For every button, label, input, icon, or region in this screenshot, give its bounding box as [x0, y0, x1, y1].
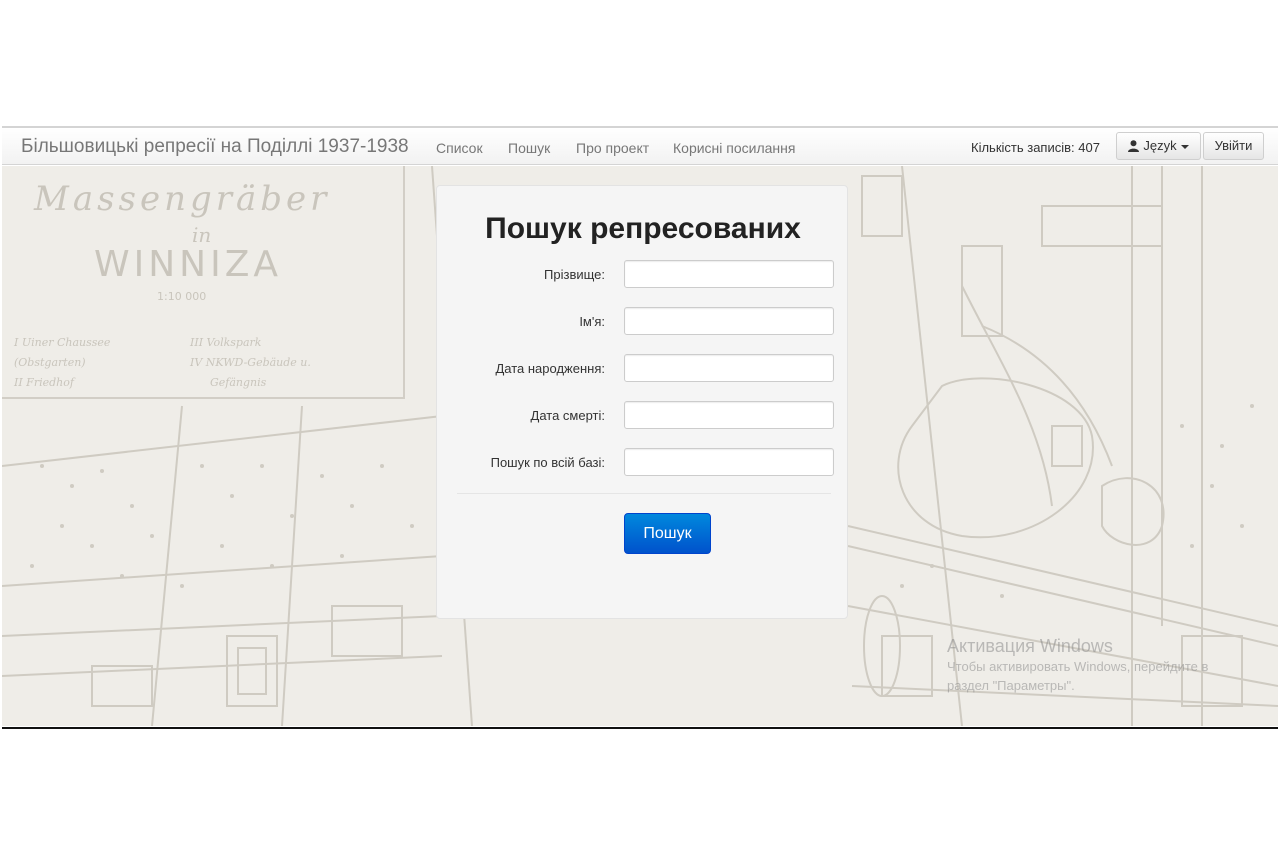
site-brand[interactable]: Більшовицькі репресії на Поділлі 1937-19…: [21, 136, 409, 158]
language-label: Język: [1143, 138, 1177, 153]
top-navbar: Більшовицькі репресії на Поділлі 1937-19…: [2, 126, 1278, 165]
full-search-label: Пошук по всій базі:: [490, 455, 605, 470]
map-title-line1: Massengräber: [33, 179, 330, 219]
search-panel: Пошук репресованих Прізвище: Ім'я: Дата …: [436, 185, 848, 619]
watermark-text: Чтобы активировать Windows, перейдите в …: [947, 659, 1209, 693]
map-legend-4: III Volkspark: [189, 336, 262, 349]
birth-date-input[interactable]: [624, 354, 834, 382]
surname-input[interactable]: [624, 260, 834, 288]
login-button[interactable]: Увійти: [1203, 132, 1264, 160]
search-submit-button[interactable]: Пошук: [624, 513, 711, 554]
first-name-label: Ім'я:: [579, 314, 605, 329]
nav-link-list[interactable]: Список: [436, 140, 483, 156]
app-window: Massengräber in WINNIZA 1:10 000 I Uiner…: [2, 126, 1278, 729]
language-dropdown[interactable]: Język: [1116, 132, 1201, 160]
birth-date-label: Дата народження:: [495, 361, 605, 376]
death-date-input[interactable]: [624, 401, 834, 429]
map-legend-6: Gefängnis: [210, 376, 267, 389]
surname-label: Прізвище:: [544, 267, 605, 282]
form-divider: [457, 493, 831, 494]
full-search-input[interactable]: [624, 448, 834, 476]
user-icon: [1128, 140, 1140, 152]
watermark-title: Активация Windows: [947, 636, 1113, 656]
death-date-label: Дата смерті:: [530, 408, 605, 423]
map-legend-1: I Uiner Chaussee: [13, 336, 111, 349]
map-scale: 1:10 000: [157, 290, 206, 303]
map-legend-3: II Friedhof: [13, 376, 76, 389]
first-name-input[interactable]: [624, 307, 834, 335]
map-title-line3: WINNIZA: [94, 244, 282, 285]
map-legend-5: IV NKWD-Gebäude u.: [189, 356, 311, 369]
page-title: Пошук репресованих: [485, 212, 801, 245]
record-count: Кількість записів: 407: [971, 140, 1100, 155]
map-legend-2: (Obstgarten): [14, 356, 86, 369]
nav-link-search[interactable]: Пошук: [508, 140, 550, 156]
nav-link-useful-links[interactable]: Корисні посилання: [673, 140, 795, 156]
chevron-down-icon: [1180, 144, 1189, 149]
nav-link-about[interactable]: Про проект: [576, 140, 649, 156]
windows-activation-watermark: Активация Windows Чтобы активировать Win…: [947, 636, 1247, 695]
